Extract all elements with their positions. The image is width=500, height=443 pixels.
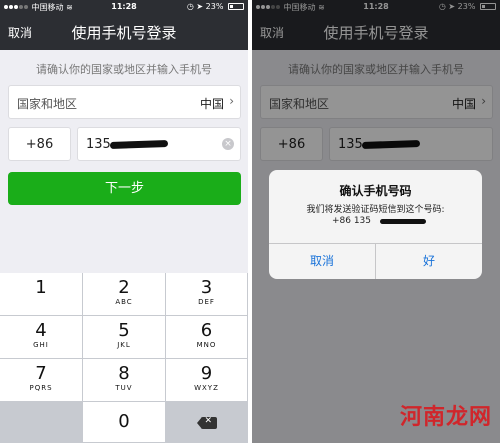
- key-digit: 4: [35, 320, 47, 341]
- key-8[interactable]: 8 TUV: [83, 359, 166, 402]
- key-9[interactable]: 9 WXYZ: [166, 359, 248, 402]
- key-digit: 5: [118, 320, 130, 341]
- key-digit: 2: [118, 277, 130, 298]
- dialog-ok-button[interactable]: 好: [376, 243, 482, 279]
- dialog-cancel-button[interactable]: 取消: [269, 243, 375, 279]
- phone-number-input[interactable]: 135 ×: [77, 127, 241, 161]
- key-digit: 8: [118, 363, 130, 384]
- key-2[interactable]: 2 ABC: [83, 273, 166, 316]
- key-5[interactable]: 5 JKL: [83, 316, 166, 359]
- key-7[interactable]: 7 PQRS: [0, 359, 83, 402]
- country-code-text: +86: [25, 137, 54, 152]
- battery-icon: [228, 3, 244, 10]
- instruction-text: 请确认你的国家或地区并输入手机号: [36, 63, 212, 76]
- key-letters: GHI: [33, 341, 49, 349]
- status-bar: 中国移动 ≋ 11:28 ◷ ➤ 23%: [0, 0, 248, 14]
- key-digit: 0: [118, 411, 130, 432]
- confirm-screen: 中国移动 ≋ 11:28 ◷ ➤ 23% 取消 使用手机号登录 请确认你的国家或…: [252, 0, 500, 443]
- numeric-keypad: 1 2 ABC 3 DEF 4 GHI 5 JKL 6 MNO 7 PQRS 8: [0, 273, 248, 443]
- country-selector[interactable]: 国家和地区 中国 ›: [8, 85, 241, 119]
- key-letters: ABC: [115, 298, 133, 306]
- key-digit: 3: [200, 277, 213, 298]
- redaction-mark: [109, 139, 169, 150]
- nav-bar: 取消 使用手机号登录: [0, 14, 248, 50]
- key-blank: [0, 402, 83, 443]
- key-digit: 6: [200, 320, 213, 341]
- battery-percent: 23%: [205, 2, 224, 11]
- dialog-message: 我们将发送验证码短信到这个号码:: [306, 205, 445, 215]
- key-4[interactable]: 4 GHI: [0, 316, 83, 359]
- key-letters: WXYZ: [194, 384, 219, 392]
- dialog-number-text: +86 135: [331, 216, 372, 226]
- key-0[interactable]: 0: [83, 402, 166, 443]
- alarm-icon: ◷: [186, 2, 194, 11]
- watermark-text: 河南龙网: [399, 405, 492, 430]
- key-6[interactable]: 6 MNO: [166, 316, 248, 359]
- page-title: 使用手机号登录: [71, 24, 177, 42]
- key-letters: JKL: [117, 341, 131, 349]
- next-button[interactable]: 下一步: [8, 172, 241, 205]
- clear-icon[interactable]: ×: [222, 138, 234, 150]
- key-digit: 1: [35, 277, 47, 298]
- location-icon: ➤: [196, 2, 204, 11]
- country-value: 中国: [199, 97, 224, 111]
- redaction-mark: [380, 219, 426, 224]
- phone-number-text: 135: [86, 137, 111, 152]
- key-letters: PQRS: [29, 384, 53, 392]
- dialog-number: +86 135: [269, 216, 482, 226]
- key-3[interactable]: 3 DEF: [166, 273, 248, 316]
- key-digit: 7: [35, 363, 47, 384]
- confirm-dialog: 确认手机号码 我们将发送验证码短信到这个号码: +86 135 取消 好: [269, 170, 482, 279]
- key-1[interactable]: 1: [0, 273, 83, 316]
- status-right: ◷ ➤ 23%: [187, 2, 244, 11]
- dialog-title: 确认手机号码: [339, 184, 412, 198]
- country-label: 国家和地区: [17, 97, 78, 111]
- chevron-right-icon: ›: [229, 94, 234, 108]
- key-letters: MNO: [196, 341, 217, 349]
- login-screen: 中国移动 ≋ 11:28 ◷ ➤ 23% 取消 使用手机号登录 请确认你的国家或…: [0, 0, 248, 443]
- key-letters: TUV: [115, 384, 133, 392]
- key-digit: 9: [200, 363, 213, 384]
- country-code-field[interactable]: +86: [8, 127, 71, 161]
- backspace-icon: ✕: [196, 416, 217, 429]
- key-letters: DEF: [198, 298, 215, 306]
- backspace-key[interactable]: ✕: [166, 402, 248, 443]
